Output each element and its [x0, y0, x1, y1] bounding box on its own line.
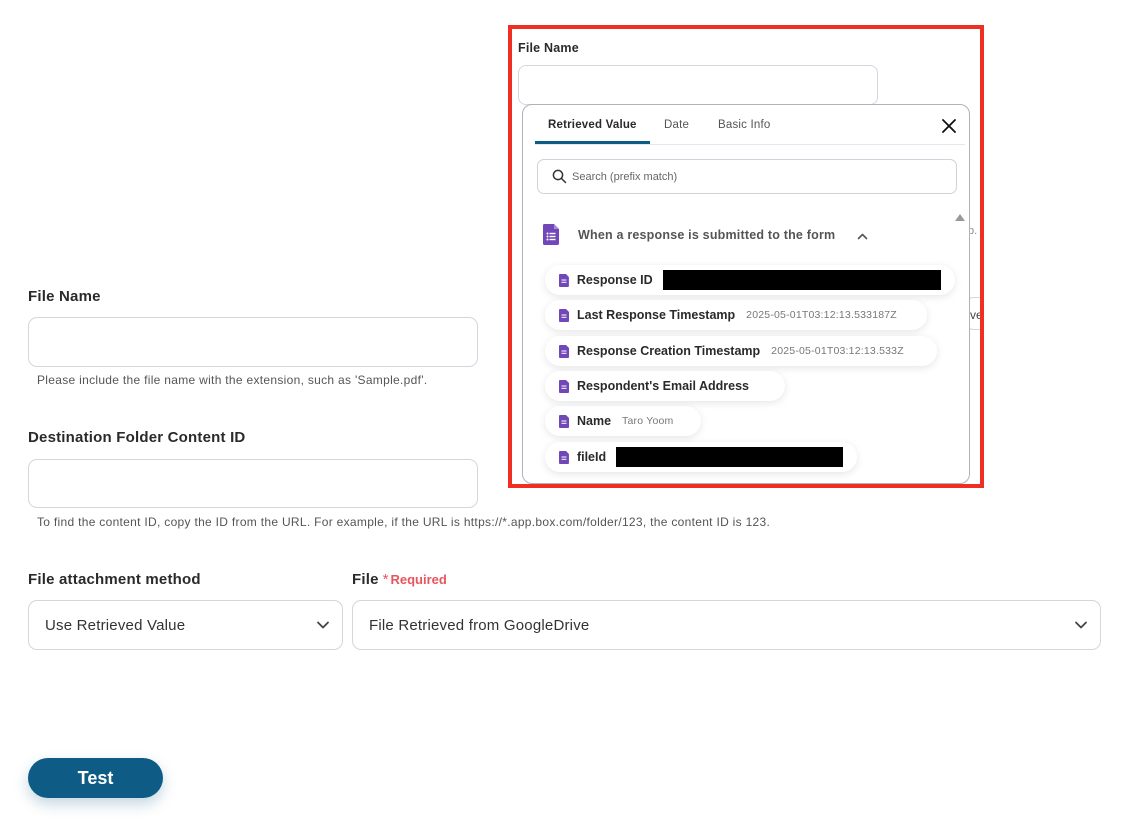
- destination-folder-label: Destination Folder Content ID: [28, 429, 246, 446]
- file-name-input[interactable]: [28, 317, 478, 367]
- file-name-label: File Name: [28, 288, 101, 305]
- chevron-down-icon: [1075, 621, 1087, 629]
- attachment-method-label: File attachment method: [28, 571, 201, 588]
- form-doc-icon: [559, 414, 569, 428]
- attachment-method-value: Use Retrieved Value: [45, 616, 186, 634]
- tab-retrieved-value[interactable]: Retrieved Value: [548, 119, 637, 131]
- tab-basic-info[interactable]: Basic Info: [718, 119, 771, 131]
- item-label: Name: [577, 414, 612, 428]
- list-item-last-response-timestamp[interactable]: Last Response Timestamp 2025-05-01T03:12…: [545, 300, 927, 330]
- item-label: Respondent's Email Address: [577, 379, 749, 393]
- item-value: Taro Yoom: [622, 415, 674, 427]
- form-doc-icon: [559, 379, 569, 393]
- list-item-name[interactable]: Name Taro Yoom: [545, 406, 701, 436]
- item-label: Last Response Timestamp: [577, 308, 736, 322]
- popup-file-name-label: File Name: [518, 41, 579, 55]
- form-doc-icon: [559, 308, 569, 322]
- redacted-value: [616, 447, 843, 467]
- form-doc-icon: [559, 344, 569, 358]
- redacted-value: [662, 270, 941, 290]
- tab-date[interactable]: Date: [664, 119, 689, 131]
- file-select[interactable]: File Retrieved from GoogleDrive: [352, 600, 1101, 650]
- required-star: *: [382, 571, 389, 588]
- tab-divider: [535, 144, 965, 145]
- popup-file-name-input[interactable]: [518, 65, 878, 105]
- file-label: File: [352, 571, 379, 588]
- attachment-method-select[interactable]: Use Retrieved Value: [28, 600, 343, 650]
- search-icon: [552, 169, 567, 184]
- destination-folder-help: To find the content ID, copy the ID from…: [37, 515, 771, 529]
- item-value: 2025-05-01T03:12:13.533Z: [771, 345, 904, 357]
- destination-folder-input[interactable]: [28, 459, 478, 508]
- item-label: fileId: [576, 450, 607, 464]
- search-placeholder: Search (prefix match): [572, 170, 678, 183]
- list-item-file-id[interactable]: fileId: [545, 442, 857, 472]
- highlight-frame: File Name p. ve Retrieved Value Date Bas…: [508, 25, 984, 488]
- close-icon[interactable]: [941, 118, 957, 134]
- required-text: Required: [390, 572, 447, 587]
- item-label: Response Creation Timestamp: [577, 344, 761, 358]
- list-item-response-id[interactable]: Response ID: [545, 265, 955, 295]
- file-label-group: File * Required: [352, 571, 447, 588]
- peek-text-2: ve: [970, 308, 983, 322]
- item-label: Response ID: [576, 273, 653, 287]
- chevron-down-icon: [317, 621, 329, 629]
- search-input[interactable]: Search (prefix match): [537, 159, 957, 194]
- google-forms-icon: [543, 224, 559, 245]
- list-item-respondent-email[interactable]: Respondent's Email Address: [545, 371, 785, 401]
- list-item-response-creation-timestamp[interactable]: Response Creation Timestamp 2025-05-01T0…: [545, 336, 937, 366]
- test-button[interactable]: Test: [28, 758, 163, 798]
- form-doc-icon: [559, 450, 569, 464]
- section-title[interactable]: When a response is submitted to the form: [578, 228, 835, 242]
- file-select-value: File Retrieved from GoogleDrive: [369, 616, 590, 634]
- item-value: 2025-05-01T03:12:13.533187Z: [746, 309, 897, 321]
- form-doc-icon: [559, 273, 569, 287]
- chevron-up-icon[interactable]: [857, 231, 868, 242]
- value-picker-popup: Retrieved Value Date Basic Info Search (…: [522, 104, 970, 484]
- scroll-up-arrow[interactable]: [955, 214, 965, 221]
- file-name-help: Please include the file name with the ex…: [37, 373, 428, 387]
